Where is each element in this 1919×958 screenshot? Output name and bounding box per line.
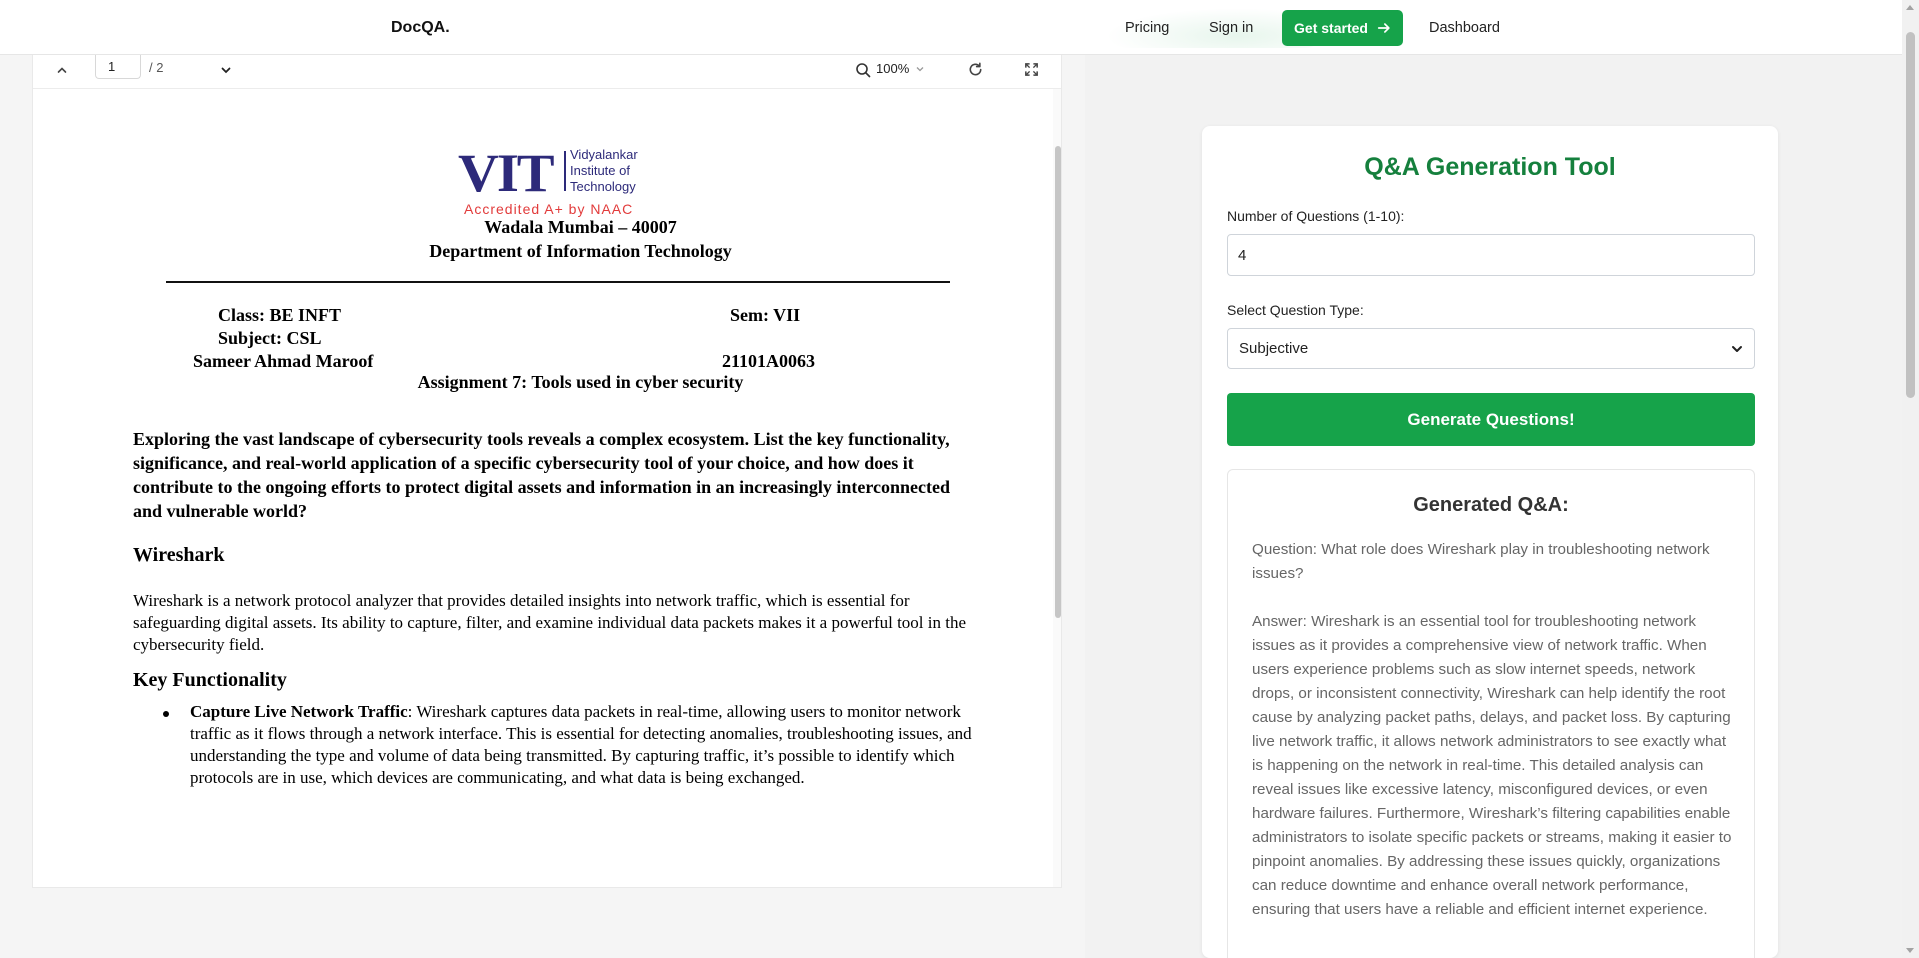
get-started-label: Get started xyxy=(1294,20,1368,36)
page-total: / 2 xyxy=(149,60,164,75)
generate-questions-button[interactable]: Generate Questions! xyxy=(1227,393,1755,446)
question-type-value: Subjective xyxy=(1239,340,1309,357)
generated-answer: Answer: Wireshark is an essential tool f… xyxy=(1252,613,1732,918)
num-questions-label: Number of Questions (1-10): xyxy=(1227,208,1405,224)
logo-accreditation: Accredited A+ by NAAC xyxy=(464,201,634,217)
department-name: Department of Information Technology xyxy=(429,241,732,261)
question-type-label: Select Question Type: xyxy=(1227,302,1364,318)
page-scroll-thumb[interactable] xyxy=(1906,32,1915,398)
pdf-viewer: / 2 100% VIT Vidyalankar Institute of Te… xyxy=(32,55,1062,888)
chevron-down-icon[interactable] xyxy=(219,63,233,77)
document-scroll-thumb[interactable] xyxy=(1055,146,1061,618)
generated-question: Question: What role does Wireshark play … xyxy=(1252,541,1710,582)
bullet-marker xyxy=(163,711,169,717)
document-page: VIT Vidyalankar Institute of Technology … xyxy=(33,89,1053,887)
zoom-level[interactable]: 100% xyxy=(876,61,909,76)
document-scrollbar[interactable] xyxy=(1053,89,1061,887)
fullscreen-icon[interactable] xyxy=(1023,61,1040,78)
generated-qa-text: Question: What role does Wireshark play … xyxy=(1252,538,1734,922)
nav-pricing-link[interactable]: Pricing xyxy=(1125,20,1169,36)
arrow-right-icon xyxy=(1377,23,1390,33)
subject-info: Subject: CSL xyxy=(218,328,322,348)
qa-tool-card: Q&A Generation Tool Number of Questions … xyxy=(1202,126,1778,958)
top-nav: DocQA. Pricing Sign in Get started Dashb… xyxy=(0,0,1902,55)
search-icon[interactable] xyxy=(855,62,871,78)
student-name: Sameer Ahmad Maroof xyxy=(193,351,374,371)
get-started-button[interactable]: Get started xyxy=(1282,10,1403,46)
header-rule xyxy=(166,281,950,283)
roll-number: 21101A0063 xyxy=(722,351,816,371)
intro-paragraph: Wireshark is a network protocol analyzer… xyxy=(133,591,967,654)
brand-logo[interactable]: DocQA. xyxy=(391,19,450,37)
generated-qa-panel: Generated Q&A: Question: What role does … xyxy=(1227,469,1755,958)
section-heading-key-functionality: Key Functionality xyxy=(133,669,287,691)
assignment-title: Assignment 7: Tools used in cyber securi… xyxy=(417,372,744,392)
viewer-toolbar: / 2 100% xyxy=(33,55,1061,89)
scroll-up-arrow-icon[interactable] xyxy=(1906,5,1914,10)
num-questions-input[interactable] xyxy=(1227,234,1755,276)
section-heading-wireshark: Wireshark xyxy=(133,544,225,566)
class-info: Class: BE INFT xyxy=(218,305,342,325)
bullet-title: Capture Live Network Traffic xyxy=(190,702,408,721)
nav-signin-link[interactable]: Sign in xyxy=(1209,20,1253,36)
nav-dashboard-link[interactable]: Dashboard xyxy=(1429,20,1500,36)
logo-mark: VIT xyxy=(458,143,555,203)
list-item: Capture Live Network Traffic: Wireshark … xyxy=(190,701,995,789)
assignment-prompt: Exploring the vast landscape of cybersec… xyxy=(133,429,950,521)
page-number-input[interactable] xyxy=(95,55,141,79)
sem-info: Sem: VII xyxy=(730,305,801,325)
chevron-up-icon[interactable] xyxy=(55,63,69,77)
logo-subtitle: Vidyalankar Institute of Technology xyxy=(570,147,648,195)
scroll-down-arrow-icon[interactable] xyxy=(1906,948,1914,953)
logo-subtitle-text: Vidyalankar Institute of Technology xyxy=(570,147,638,194)
chevron-down-icon xyxy=(1732,346,1742,352)
question-type-select[interactable]: Subjective xyxy=(1227,328,1755,369)
caret-down-icon[interactable] xyxy=(915,64,925,74)
logo-divider xyxy=(564,151,566,191)
page-scrollbar[interactable] xyxy=(1902,0,1919,958)
institute-logo: VIT Vidyalankar Institute of Technology … xyxy=(458,146,658,218)
reload-icon[interactable] xyxy=(967,61,984,78)
generated-qa-title: Generated Q&A: xyxy=(1413,494,1569,516)
tool-title: Q&A Generation Tool xyxy=(1364,153,1616,181)
institute-address: Wadala Mumbai – 40007 xyxy=(484,217,677,237)
